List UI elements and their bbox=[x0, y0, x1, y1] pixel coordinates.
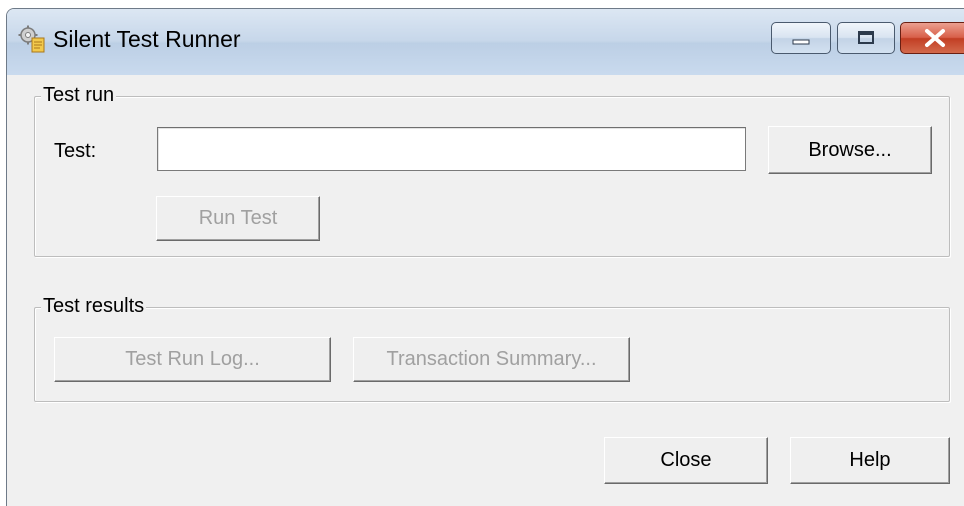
test-results-group: Test results Test Run Log... Transaction… bbox=[34, 293, 950, 402]
test-run-group: Test run Test: Browse... Run Test bbox=[34, 82, 950, 257]
help-button[interactable]: Help bbox=[790, 437, 950, 484]
window-title: Silent Test Runner bbox=[53, 26, 241, 52]
test-path-input[interactable] bbox=[157, 127, 746, 171]
minimize-icon bbox=[792, 39, 810, 45]
maximize-button[interactable] bbox=[837, 22, 895, 54]
maximize-icon bbox=[858, 31, 874, 44]
test-results-group-label: Test results bbox=[41, 293, 147, 319]
dialog-window: Silent Test Runner Test run Test: Browse… bbox=[6, 8, 964, 506]
run-test-button[interactable]: Run Test bbox=[156, 196, 320, 241]
gear-document-icon bbox=[18, 25, 45, 53]
minimize-button[interactable] bbox=[771, 22, 831, 54]
browse-button[interactable]: Browse... bbox=[768, 126, 932, 174]
test-run-group-label: Test run bbox=[41, 82, 117, 108]
title-bar[interactable]: Silent Test Runner bbox=[7, 9, 964, 75]
close-window-button[interactable] bbox=[900, 22, 964, 54]
close-icon bbox=[925, 29, 945, 47]
test-run-log-button[interactable]: Test Run Log... bbox=[54, 337, 331, 382]
test-label: Test: bbox=[54, 140, 97, 162]
close-button[interactable]: Close bbox=[604, 437, 768, 484]
transaction-summary-button[interactable]: Transaction Summary... bbox=[353, 337, 630, 382]
